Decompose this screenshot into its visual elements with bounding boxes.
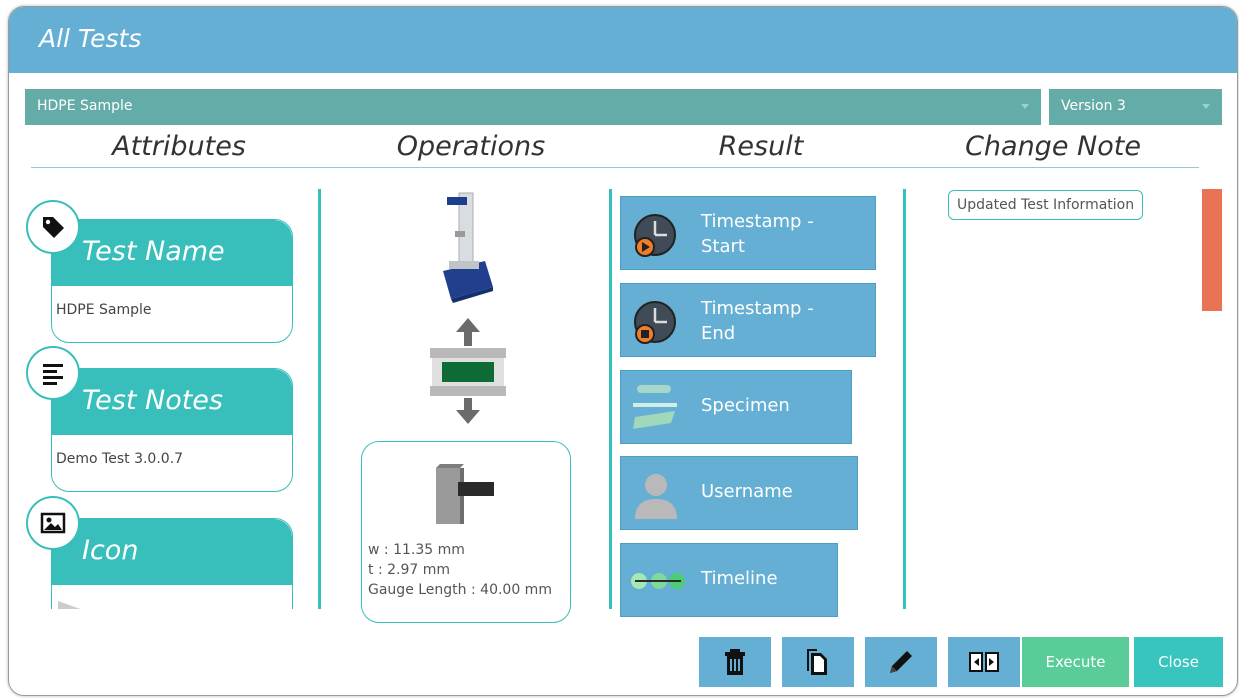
execute-button[interactable]: Execute — [1022, 637, 1129, 687]
specimen-thickness: t : 2.97 mm — [368, 562, 451, 578]
window-title: All Tests — [39, 24, 142, 53]
compare-versions-button[interactable] — [948, 637, 1020, 687]
user-icon — [635, 474, 677, 519]
specimen-width: w : 11.35 mm — [368, 542, 465, 558]
result-timestamp-end[interactable]: Timestamp - End — [620, 283, 876, 357]
result-timeline[interactable]: Timeline — [620, 543, 838, 617]
image-icon — [26, 496, 80, 550]
attribute-card-test-notes[interactable]: Test Notes Demo Test 3.0.0.7 — [51, 368, 293, 492]
result-specimen[interactable]: Specimen — [620, 370, 852, 444]
compare-icon — [969, 652, 999, 672]
attribute-card-icon[interactable]: Icon — [51, 518, 293, 609]
attribute-label: Test Notes — [82, 385, 223, 416]
result-timestamp-start[interactable]: Timestamp - Start — [620, 196, 876, 270]
notes-icon — [26, 346, 80, 400]
title-bar: All Tests — [9, 7, 1237, 73]
result-label: Timestamp - — [701, 211, 814, 232]
specimen-icon — [633, 385, 677, 429]
version-select-value: Version 3 — [1061, 98, 1126, 114]
specimen-dimensions-card[interactable]: w : 11.35 mm t : 2.97 mm Gauge Length : … — [361, 441, 571, 623]
timestamp-start-icon — [634, 214, 676, 257]
result-label: Start — [701, 236, 745, 257]
attribute-value — [52, 585, 292, 609]
copy-button[interactable] — [782, 637, 854, 687]
timestamp-end-icon — [634, 301, 676, 344]
column-divider — [318, 189, 321, 609]
delete-button[interactable] — [699, 637, 771, 687]
chevron-down-icon — [1202, 104, 1210, 109]
change-note-heading: Change Note — [965, 131, 1141, 162]
close-button[interactable]: Close — [1134, 637, 1223, 687]
specimen-gauge-length: Gauge Length : 40.00 mm — [368, 582, 552, 598]
all-tests-dialog: All Tests HDPE Sample Version 3 Attribut… — [8, 6, 1238, 696]
result-label: Username — [701, 481, 793, 502]
result-label: End — [701, 323, 736, 344]
tensile-tester-icon — [437, 191, 497, 307]
attribute-label: Icon — [82, 535, 139, 566]
attribute-label: Test Name — [82, 236, 225, 267]
result-username[interactable]: Username — [620, 456, 858, 530]
attributes-heading: Attributes — [112, 131, 246, 162]
attributes-panel: Test Name HDPE Sample Test Notes Demo Te… — [9, 189, 314, 609]
attribute-value: HDPE Sample — [56, 302, 152, 318]
result-label: Timestamp - — [701, 298, 814, 319]
result-label: Timeline — [701, 568, 778, 589]
pencil-icon — [890, 651, 912, 673]
timeline-icon — [631, 573, 685, 589]
header-divider — [31, 167, 1199, 168]
attribute-value: Demo Test 3.0.0.7 — [56, 451, 184, 467]
version-select[interactable]: Version 3 — [1049, 89, 1222, 125]
scrollbar-thumb[interactable] — [1202, 189, 1222, 311]
attribute-card-test-name[interactable]: Test Name HDPE Sample — [51, 219, 293, 343]
operations-heading: Operations — [396, 131, 546, 162]
column-divider — [903, 189, 906, 609]
sample-select[interactable]: HDPE Sample — [25, 89, 1041, 125]
copy-icon — [807, 649, 827, 675]
chevron-down-icon — [1021, 104, 1029, 109]
sample-select-value: HDPE Sample — [37, 98, 133, 114]
tension-grip-icon — [430, 318, 506, 428]
change-note-item[interactable]: Updated Test Information — [948, 190, 1144, 220]
trash-icon — [725, 649, 745, 675]
tag-icon — [26, 200, 80, 254]
column-divider — [609, 189, 612, 609]
specimen-block-icon — [436, 464, 494, 524]
image-placeholder-icon — [58, 601, 81, 609]
result-heading: Result — [718, 131, 804, 162]
result-label: Specimen — [701, 395, 790, 416]
edit-button[interactable] — [865, 637, 937, 687]
